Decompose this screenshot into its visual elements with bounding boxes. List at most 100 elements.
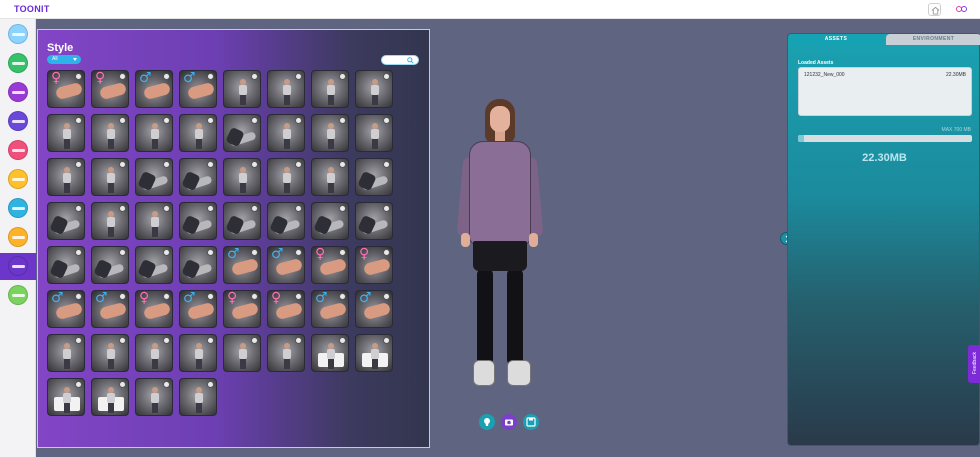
info-icon[interactable] [163, 73, 170, 80]
style-thumbnail[interactable] [355, 70, 393, 108]
info-icon[interactable] [207, 337, 214, 344]
info-icon[interactable] [119, 293, 126, 300]
info-icon[interactable] [339, 161, 346, 168]
info-icon[interactable] [75, 249, 82, 256]
style-thumbnail[interactable] [223, 202, 261, 240]
info-icon[interactable] [339, 205, 346, 212]
tab-assets[interactable]: ASSETS [788, 34, 884, 45]
info-icon[interactable] [119, 337, 126, 344]
info-icon[interactable] [207, 205, 214, 212]
style-thumbnail[interactable]: ♂ [311, 290, 349, 328]
style-thumbnail[interactable] [179, 378, 217, 416]
style-thumbnail[interactable] [135, 202, 173, 240]
style-thumbnail[interactable] [47, 378, 85, 416]
character-model[interactable] [455, 97, 545, 389]
style-thumbnail[interactable] [179, 114, 217, 152]
style-thumbnail[interactable] [355, 114, 393, 152]
style-thumbnail[interactable] [311, 114, 349, 152]
info-icon[interactable] [339, 249, 346, 256]
info-icon[interactable] [383, 249, 390, 256]
style-thumbnail[interactable]: ♂ [179, 290, 217, 328]
style-thumbnail[interactable] [223, 114, 261, 152]
style-thumbnail[interactable]: ♀ [355, 246, 393, 284]
style-thumbnail[interactable]: ♀ [91, 70, 129, 108]
sidebar-item-10[interactable] [0, 282, 36, 309]
style-thumbnail[interactable] [179, 202, 217, 240]
search-input[interactable] [381, 55, 419, 65]
sidebar-item-6[interactable] [0, 166, 36, 193]
style-thumbnail[interactable]: ♂ [135, 70, 173, 108]
asset-name[interactable]: 121232_New_000 [804, 72, 845, 78]
style-thumbnail[interactable] [311, 202, 349, 240]
style-thumbnail[interactable] [47, 202, 85, 240]
info-icon[interactable] [251, 249, 258, 256]
style-thumbnail[interactable] [311, 70, 349, 108]
sidebar-item-8[interactable] [0, 224, 36, 251]
info-icon[interactable] [251, 337, 258, 344]
style-thumbnail[interactable] [135, 334, 173, 372]
style-thumbnail[interactable] [47, 334, 85, 372]
info-icon[interactable] [75, 381, 82, 388]
info-icon[interactable] [75, 73, 82, 80]
style-thumbnail[interactable]: ♀ [267, 290, 305, 328]
style-thumbnail[interactable] [267, 114, 305, 152]
info-icon[interactable] [163, 293, 170, 300]
info-icon[interactable] [295, 249, 302, 256]
tab-environment[interactable]: ENVIRONMENT [886, 34, 980, 45]
info-icon[interactable] [207, 381, 214, 388]
style-thumbnail[interactable] [135, 246, 173, 284]
camera-button[interactable] [501, 414, 517, 430]
info-icon[interactable] [339, 337, 346, 344]
style-thumbnail[interactable] [355, 202, 393, 240]
style-thumbnail[interactable] [267, 334, 305, 372]
style-thumbnail[interactable]: ♂ [267, 246, 305, 284]
info-icon[interactable] [75, 205, 82, 212]
info-icon[interactable] [383, 293, 390, 300]
info-icon[interactable] [119, 381, 126, 388]
style-thumbnail[interactable]: ♂ [355, 290, 393, 328]
info-icon[interactable] [75, 117, 82, 124]
info-icon[interactable] [163, 337, 170, 344]
style-thumbnail[interactable] [311, 334, 349, 372]
info-icon[interactable] [119, 249, 126, 256]
style-thumbnail[interactable]: ♂ [223, 246, 261, 284]
sidebar-item-4[interactable] [0, 108, 36, 135]
style-thumbnail[interactable] [47, 246, 85, 284]
info-icon[interactable] [251, 73, 258, 80]
style-thumbnail[interactable] [135, 114, 173, 152]
info-icon[interactable] [251, 117, 258, 124]
info-icon[interactable] [295, 293, 302, 300]
style-thumbnail[interactable]: ♂ [179, 70, 217, 108]
style-thumbnail[interactable]: ♀ [223, 290, 261, 328]
info-icon[interactable] [251, 293, 258, 300]
info-icon[interactable] [383, 161, 390, 168]
info-icon[interactable] [295, 73, 302, 80]
info-icon[interactable] [339, 117, 346, 124]
app-logo[interactable]: TOONIT [14, 4, 50, 14]
info-icon[interactable] [295, 161, 302, 168]
info-icon[interactable] [75, 293, 82, 300]
user-menu-icon[interactable] [956, 6, 968, 13]
sidebar-item-2[interactable] [0, 50, 36, 77]
info-icon[interactable] [119, 73, 126, 80]
style-thumbnail[interactable] [311, 158, 349, 196]
info-icon[interactable] [383, 73, 390, 80]
home-button[interactable] [928, 3, 941, 16]
info-icon[interactable] [75, 161, 82, 168]
sidebar-item-9[interactable] [0, 253, 36, 280]
style-thumbnail[interactable] [267, 158, 305, 196]
style-thumbnail[interactable] [267, 70, 305, 108]
style-thumbnail[interactable]: ♀ [47, 70, 85, 108]
info-icon[interactable] [163, 381, 170, 388]
info-icon[interactable] [295, 337, 302, 344]
style-thumbnail[interactable]: ♂ [91, 290, 129, 328]
style-thumbnail[interactable] [223, 158, 261, 196]
info-icon[interactable] [339, 293, 346, 300]
info-icon[interactable] [163, 161, 170, 168]
style-thumbnail[interactable] [223, 70, 261, 108]
style-thumbnail[interactable] [91, 378, 129, 416]
style-thumbnail[interactable] [91, 158, 129, 196]
style-thumbnail[interactable] [91, 202, 129, 240]
style-thumbnail[interactable] [135, 378, 173, 416]
style-thumbnail[interactable]: ♀ [135, 290, 173, 328]
